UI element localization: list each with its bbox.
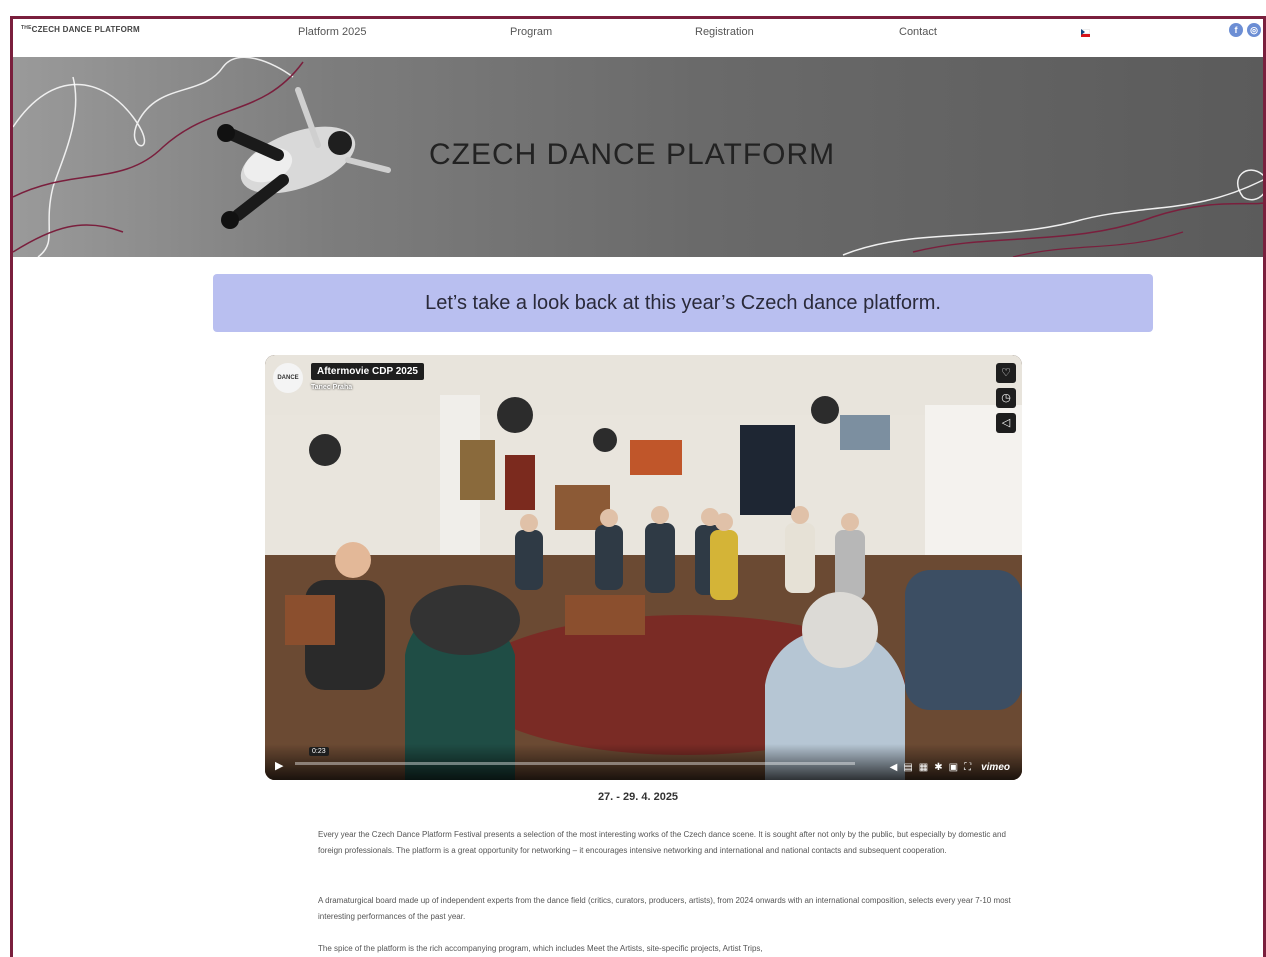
video-player[interactable]: DANCE Aftermovie CDP 2025 Tanec Praha ♡ … (265, 355, 1022, 780)
chapters-icon[interactable]: ▦ (919, 762, 934, 773)
volume-icon[interactable]: ◀ (890, 762, 904, 773)
play-icon[interactable]: ▶ (275, 759, 283, 772)
dancer-image (217, 87, 391, 229)
nav-link-registration[interactable]: Registration (695, 26, 754, 38)
nav-link-contact[interactable]: Contact (899, 26, 937, 38)
fullscreen-icon[interactable]: ⛶ (964, 762, 977, 773)
logo-text: CZECH DANCE PLATFORM (31, 25, 140, 34)
nav-link-platform-2025[interactable]: Platform 2025 (298, 26, 366, 38)
hero-title: CZECH DANCE PLATFORM (429, 138, 836, 171)
video-channel[interactable]: Tanec Praha (311, 384, 352, 391)
vimeo-logo[interactable]: vimeo (981, 762, 1010, 773)
event-dates: 27. - 29. 4. 2025 (597, 791, 679, 803)
video-controls: ▶ 0:23 ◀▤▦✱▣⛶ vimeo (265, 744, 1022, 780)
hero-banner: CZECH DANCE PLATFORM (13, 57, 1263, 257)
recap-banner: Let’s take a look back at this year’s Cz… (213, 274, 1153, 332)
board-paragraph: A dramaturgical board made up of indepen… (318, 896, 1011, 921)
program-paragraph: The spice of the platform is the rich ac… (318, 944, 763, 953)
settings-icon[interactable]: ✱ (934, 762, 948, 773)
pip-icon[interactable]: ▣ (949, 762, 964, 773)
captions-icon[interactable]: ▤ (903, 762, 918, 773)
video-progress-bar[interactable] (295, 762, 855, 765)
site-logo[interactable]: THECZECH DANCE PLATFORM (21, 25, 140, 34)
video-time: 0:23 (309, 747, 329, 756)
clock-icon[interactable]: ◷ (996, 388, 1016, 408)
video-control-icons: ◀▤▦✱▣⛶ vimeo (890, 762, 1010, 773)
video-title[interactable]: Aftermovie CDP 2025 (311, 363, 424, 380)
intro-paragraph: Every year the Czech Dance Platform Fest… (318, 830, 1006, 855)
logo-prefix: THE (21, 25, 32, 31)
channel-avatar[interactable]: DANCE (273, 363, 303, 393)
instagram-icon[interactable]: ◎ (1247, 23, 1261, 37)
nav-link-program[interactable]: Program (510, 26, 552, 38)
top-nav: THECZECH DANCE PLATFORM Platform 2025 Pr… (13, 19, 1263, 55)
czech-flag-icon[interactable] (1081, 29, 1090, 37)
video-frame-image (265, 355, 1022, 780)
page-frame: THECZECH DANCE PLATFORM Platform 2025 Pr… (10, 16, 1266, 957)
heart-icon[interactable]: ♡ (996, 363, 1016, 383)
share-icon[interactable]: ◁ (996, 413, 1016, 433)
facebook-icon[interactable]: f (1229, 23, 1243, 37)
